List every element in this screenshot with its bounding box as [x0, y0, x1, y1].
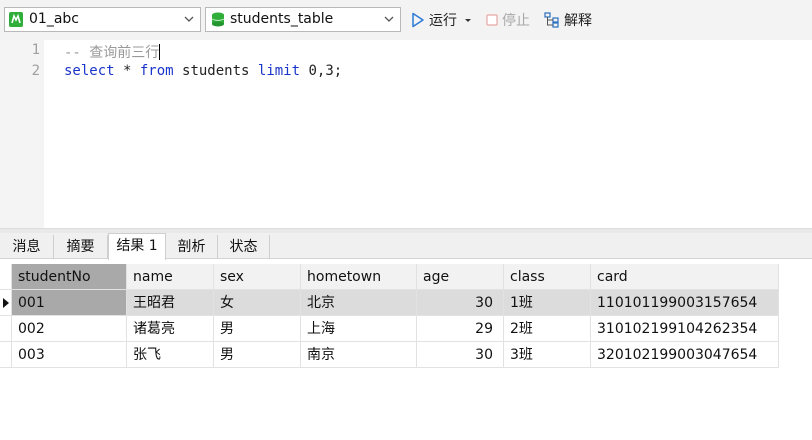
cell-studentno[interactable]: 002: [12, 316, 127, 342]
cell-hometown[interactable]: 上海: [301, 316, 417, 342]
tab-messages[interactable]: 消息: [0, 235, 54, 259]
cell-class[interactable]: 3班: [504, 342, 591, 368]
row-header-corner: [0, 264, 12, 290]
tab-result-1[interactable]: 结果 1: [108, 233, 166, 260]
run-button[interactable]: 运行: [411, 9, 477, 31]
cell-name[interactable]: 诸葛亮: [127, 316, 214, 342]
tab-status[interactable]: 状态: [218, 235, 270, 259]
sql-comment: -- 查询前三行: [64, 45, 160, 61]
chevron-down-icon: [184, 16, 194, 22]
column-header-card[interactable]: card: [591, 264, 779, 290]
cell-name[interactable]: 王昭君: [127, 290, 214, 316]
sql-limit-args: 0,3;: [300, 63, 343, 79]
explain-icon: [544, 12, 559, 28]
cell-hometown[interactable]: 南京: [301, 342, 417, 368]
mysql-connection-icon: [9, 12, 23, 27]
caret-down-icon[interactable]: [463, 15, 473, 25]
stop-label: 停止: [502, 13, 530, 29]
line-number: 1: [31, 42, 40, 58]
cell-hometown[interactable]: 北京: [301, 290, 417, 316]
cell-card[interactable]: 110101199003157654: [591, 290, 779, 316]
current-row-arrow-icon: [3, 298, 9, 308]
tab-profile[interactable]: 剖析: [166, 235, 218, 259]
result-tab-bar: 消息 摘要 结果 1 剖析 状态: [0, 233, 812, 260]
sql-keyword-from: from: [139, 63, 174, 79]
column-header-age[interactable]: age: [417, 264, 504, 290]
play-icon: [412, 12, 424, 28]
explain-button[interactable]: 解释: [544, 9, 592, 31]
row-header[interactable]: [0, 316, 12, 342]
cell-sex[interactable]: 男: [214, 316, 301, 342]
cell-age[interactable]: 30: [417, 342, 504, 368]
cell-studentno[interactable]: 001: [12, 290, 127, 316]
cell-sex[interactable]: 男: [214, 342, 301, 368]
table-select[interactable]: students_table: [205, 7, 401, 32]
code-line-1: -- 查询前三行: [64, 42, 161, 62]
cell-name[interactable]: 张飞: [127, 342, 214, 368]
tab-summary[interactable]: 摘要: [54, 235, 108, 259]
line-number-gutter: 1 2: [0, 40, 44, 228]
sql-token: *: [114, 63, 140, 79]
connection-select[interactable]: 01_abc: [4, 7, 201, 32]
cell-age[interactable]: 30: [417, 290, 504, 316]
cell-class[interactable]: 1班: [504, 290, 591, 316]
code-line-2: select * from students limit 0,3;: [64, 63, 342, 79]
line-number: 2: [31, 63, 40, 79]
row-header[interactable]: [0, 342, 12, 368]
column-header-name[interactable]: name: [127, 264, 214, 290]
sql-table-name: students: [173, 63, 258, 79]
text-cursor: [159, 44, 161, 60]
stop-button[interactable]: 停止: [486, 9, 530, 31]
connection-select-value: 01_abc: [29, 11, 79, 27]
column-header-hometown[interactable]: hometown: [301, 264, 417, 290]
sql-editor[interactable]: 1 2 -- 查询前三行 select * from students limi…: [0, 40, 812, 228]
sql-keyword-limit: limit: [257, 63, 301, 79]
explain-label: 解释: [564, 13, 592, 29]
cell-card[interactable]: 320102199003047654: [591, 342, 779, 368]
run-label: 运行: [429, 13, 457, 29]
cell-card[interactable]: 310102199104262354: [591, 316, 779, 342]
column-header-studentno[interactable]: studentNo: [12, 264, 127, 290]
database-icon: [211, 12, 225, 27]
cell-class[interactable]: 2班: [504, 316, 591, 342]
cell-sex[interactable]: 女: [214, 290, 301, 316]
chevron-down-icon: [384, 16, 394, 22]
row-selected-indicator[interactable]: [0, 290, 12, 316]
column-header-class[interactable]: class: [504, 264, 591, 290]
sql-keyword-select: select: [64, 63, 115, 79]
toolbar: 01_abc students_table 运行 停止 解释: [0, 0, 812, 40]
cell-age[interactable]: 29: [417, 316, 504, 342]
cell-studentno[interactable]: 003: [12, 342, 127, 368]
table-select-value: students_table: [230, 11, 334, 27]
column-header-sex[interactable]: sex: [214, 264, 301, 290]
stop-icon: [486, 14, 498, 26]
